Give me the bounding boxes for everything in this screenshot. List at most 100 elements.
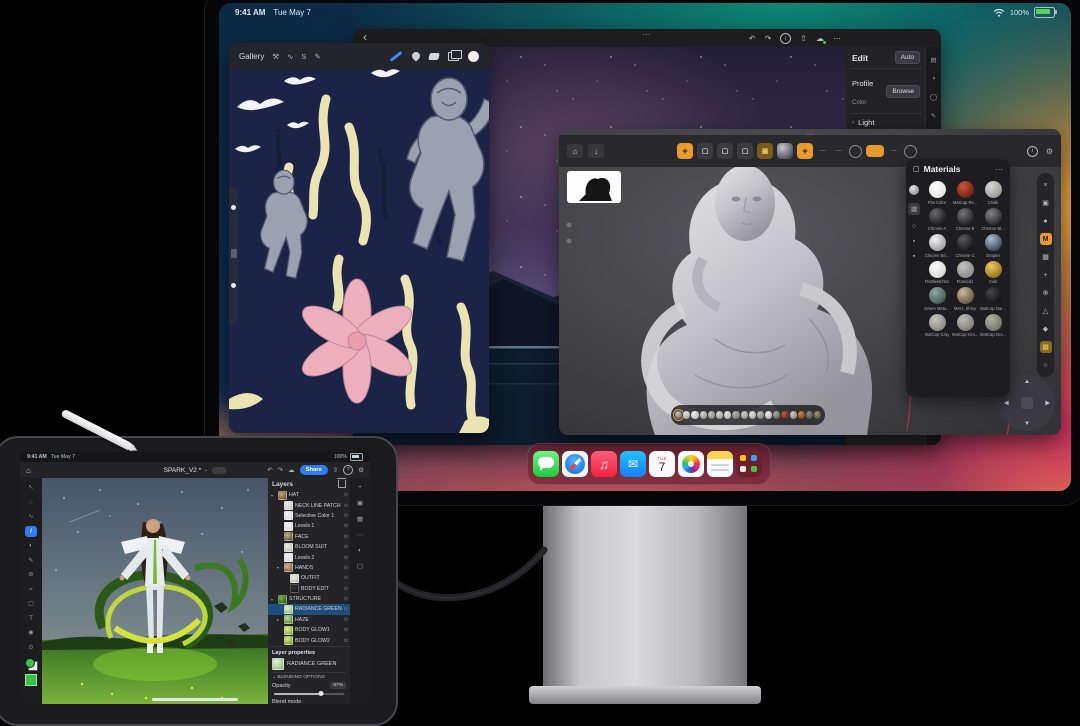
layer-visibility-icon[interactable]: ⊙ — [344, 492, 348, 498]
sculpt-tool-icon[interactable]: ▣ — [1040, 197, 1052, 209]
sculpt-tool-icon[interactable]: ● — [1040, 215, 1052, 227]
materials-grid-tab[interactable]: ▦ — [908, 203, 920, 215]
brush-sphere[interactable] — [740, 411, 748, 419]
sculpt-toolbar-button[interactable]: ▢ — [737, 143, 753, 159]
material-preview-sphere[interactable] — [909, 185, 919, 195]
layer-row[interactable]: BLOOM SUIT ⊙ — [268, 542, 350, 552]
brush-sphere[interactable] — [814, 411, 822, 419]
material-item[interactable]: Chrome Bri... — [923, 234, 951, 258]
sculpt-toolbar-button[interactable] — [866, 145, 884, 157]
material-item[interactable]: Droplet — [979, 234, 1007, 258]
material-item[interactable]: MatCap Dar... — [979, 287, 1007, 311]
material-item[interactable]: MatCap Gray — [923, 313, 951, 337]
material-item[interactable]: Chalk — [979, 181, 1007, 205]
layer-visibility-icon[interactable]: ⊙ — [344, 544, 348, 550]
layer-row[interactable]: Selective Color 1 ⊙ — [268, 511, 350, 521]
transform-icon[interactable]: ✎ — [314, 52, 320, 61]
brush-sphere[interactable] — [699, 411, 707, 419]
sculpt-toolbar-button[interactable]: — — [888, 143, 900, 159]
settings-gear-icon[interactable]: ⚙ — [358, 466, 364, 474]
eyedropper-tool-icon[interactable]: ⊙ — [25, 642, 37, 653]
material-item[interactable]: Chrome A — [923, 207, 951, 231]
materials-tab[interactable]: ▪ — [913, 253, 915, 260]
layer-row[interactable]: ▾ HANDS ⊙ — [268, 563, 350, 573]
layer-row[interactable]: Levels 2 ⊙ — [268, 552, 350, 563]
sculpt-tool-icon[interactable]: ▩ — [1039, 341, 1052, 353]
blend-mode-label[interactable]: Blend mode — [272, 699, 346, 704]
brush-sphere[interactable] — [781, 411, 789, 419]
sculpt-toolbar-button[interactable]: + — [797, 143, 813, 159]
layer-visibility-icon[interactable]: ⊙ — [344, 627, 348, 633]
info-icon[interactable]: i — [780, 33, 792, 44]
layer-row[interactable]: BODY EDIT ⊙ — [268, 584, 350, 594]
dock-app-library-icon[interactable] — [736, 451, 762, 477]
panel-collapse-icon[interactable]: ▢ — [913, 165, 920, 173]
help-icon[interactable]: ? — [343, 465, 354, 475]
layers-action-icon[interactable]: ▣ — [357, 499, 363, 507]
brush-tool-icon[interactable]: / — [25, 525, 37, 537]
sculpt-tool-icon[interactable]: × — [1040, 179, 1052, 191]
pencil-tool-icon[interactable]: ✎ — [25, 555, 37, 566]
layer-visibility-icon[interactable]: ⊙ — [344, 503, 348, 509]
layer-visibility-icon[interactable]: ⊙ — [344, 586, 348, 592]
material-item[interactable]: MatCap Re... — [951, 181, 979, 205]
brush-sphere[interactable] — [773, 411, 781, 419]
layer-visibility-icon[interactable]: ⊙ — [344, 617, 348, 623]
layer-row[interactable]: NECK LINE PATCH ⊙ — [268, 500, 350, 511]
clone-tool-icon[interactable]: ◐ — [25, 540, 37, 551]
sculpt-tool-icon[interactable]: ○ — [1040, 359, 1052, 371]
info-icon[interactable]: i — [1026, 145, 1038, 157]
actions-wrench-icon[interactable]: ⚒ — [272, 52, 279, 61]
edit-tool-icon[interactable]: ▤ — [930, 56, 936, 64]
smudge-tool-icon[interactable] — [410, 50, 422, 62]
photoshop-canvas[interactable] — [42, 478, 268, 704]
sculpt-toolbar-button[interactable]: — — [833, 143, 845, 159]
redo-icon[interactable]: ↷ — [278, 466, 283, 474]
brush-sphere[interactable] — [691, 411, 699, 419]
brush-sphere[interactable] — [748, 411, 756, 419]
sculpt-toolbar-button[interactable] — [904, 144, 917, 158]
window-handle-icon[interactable]: ⋯ — [643, 30, 652, 39]
home-icon[interactable]: ⌂ — [26, 466, 31, 475]
layer-visibility-icon[interactable]: ⊙ — [344, 565, 348, 571]
dock-photos-icon[interactable] — [678, 451, 704, 477]
material-item[interactable]: Framed1 — [951, 260, 979, 284]
sculpt-toolbar-button[interactable]: — — [817, 143, 829, 159]
slider-knob[interactable] — [231, 283, 236, 288]
opacity-value[interactable]: 67% — [330, 682, 346, 690]
dock-safari-icon[interactable] — [562, 451, 588, 477]
layer-expand-chevron[interactable]: ▾ — [271, 493, 276, 498]
sculpt-toolbar-button[interactable]: ▢ — [717, 143, 733, 159]
opacity-slider[interactable] — [274, 691, 344, 697]
dock-calendar-icon[interactable]: TUE 7 — [649, 451, 675, 477]
home-indicator[interactable] — [152, 698, 238, 701]
slider-knob[interactable] — [231, 205, 236, 210]
layer-row[interactable]: ▾ STRUCTURE ⊙ — [268, 594, 350, 604]
material-item[interactable]: FlatSketch01 — [923, 260, 951, 284]
brush-sphere[interactable] — [672, 409, 685, 421]
modify-button[interactable] — [230, 249, 237, 258]
sculpt-tool-icon[interactable]: △ — [1040, 305, 1052, 317]
browse-button[interactable]: Browse — [886, 84, 920, 98]
brush-sphere[interactable] — [724, 411, 732, 419]
auto-button[interactable]: Auto — [894, 51, 920, 64]
layer-row[interactable]: BODY GLOW2 ⊙ — [268, 635, 350, 646]
dock-mail-icon[interactable]: ✉ — [620, 451, 646, 477]
window-handle-icon[interactable]: ⋯ — [806, 130, 815, 139]
save-button[interactable]: ↓ — [588, 144, 604, 158]
blending-options-header[interactable]: ⌄ BLENDING OPTIONS — [272, 671, 346, 680]
select-tool-icon[interactable]: ∿ — [25, 511, 37, 522]
crop-tool-icon[interactable]: ▢ — [25, 598, 37, 609]
share-button[interactable]: Share — [299, 465, 328, 475]
nav-center-button[interactable] — [1021, 397, 1033, 409]
sculpt-toolbar-button[interactable] — [849, 144, 862, 158]
sculpt-tool-icon[interactable]: + — [1040, 269, 1052, 281]
settings-gear-icon[interactable]: ⚙ — [1046, 147, 1053, 156]
eraser-tool-icon[interactable] — [428, 52, 440, 60]
document-title[interactable]: SPARK_V2 * — [164, 467, 201, 474]
layer-row[interactable]: FACE ⊙ — [268, 532, 350, 542]
sculpt-tool-icon[interactable]: M — [1039, 233, 1052, 245]
material-item[interactable]: Chrome C — [951, 234, 979, 258]
cloud-icon[interactable]: ☁ — [288, 466, 295, 474]
heal-tool-icon[interactable]: ◉ — [25, 627, 37, 638]
